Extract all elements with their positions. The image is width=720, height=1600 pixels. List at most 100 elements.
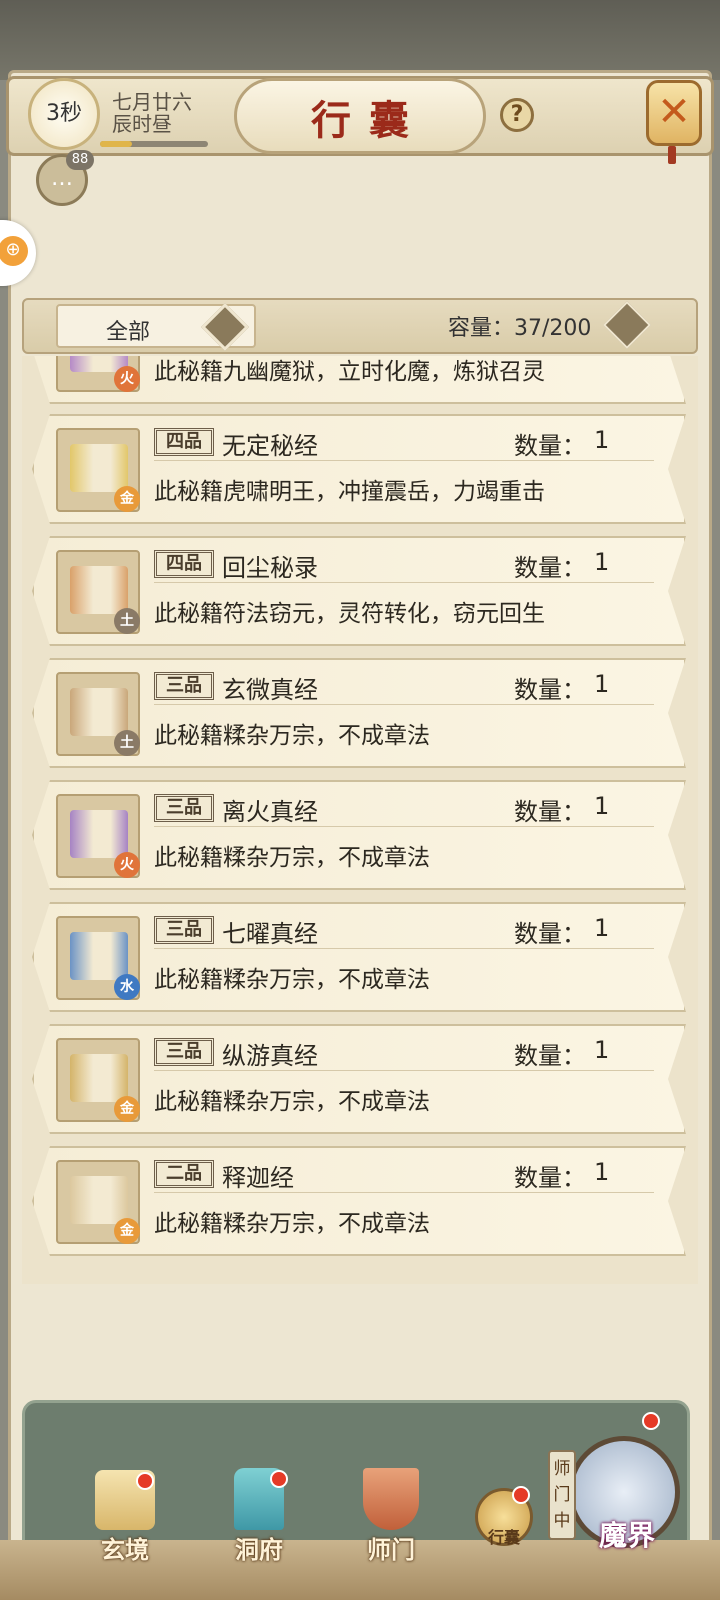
close-icon: ✕ [657,89,691,135]
item-icon: 火 [56,356,140,392]
quantity-value: 1 [594,670,610,698]
item-description: 此秘籍九幽魔狱，立时化魔，炼狱召灵 [154,359,545,385]
list-item[interactable]: 金 四品 无定秘经 数量： 1 此秘籍虎啸明王，冲撞震岳，力竭重击 [32,414,686,524]
grade-tag: 三品 [154,916,214,944]
top-backdrop [0,0,720,80]
list-item[interactable]: 水 三品 七曜真经 数量： 1 此秘籍糅杂万宗，不成章法 [32,902,686,1012]
nav-xingnang-label: 行囊 [487,1528,520,1547]
divider [154,948,654,949]
item-description: 此秘籍虎啸明王，冲撞震岳，力竭重击 [154,479,545,505]
divider [154,460,654,461]
tassel-decoration [668,146,676,164]
grade-tag: 三品 [154,672,214,700]
scroll-icon [70,932,128,980]
notification-dot [512,1486,530,1504]
grade-tag: 三品 [154,1038,214,1066]
nav-mojie[interactable]: 魔界 [572,1514,682,1554]
divider [154,582,654,583]
item-description: 此秘籍糅杂万宗，不成章法 [154,1089,430,1115]
dropdown-icon [200,302,250,352]
banner-icon [363,1468,419,1530]
quantity-label: 数量： [514,920,586,948]
help-button[interactable]: ? [500,98,534,132]
close-button[interactable]: ✕ [646,80,702,146]
list-item[interactable]: 土 三品 玄微真经 数量： 1 此秘籍糅杂万宗，不成章法 [32,658,686,768]
item-description: 此秘籍糅杂万宗，不成章法 [154,723,430,749]
expand-capacity-icon[interactable] [602,300,652,350]
quantity-label: 数量： [514,676,586,704]
nav-xuanjing[interactable]: 玄境 [80,1470,170,1565]
element-badge: 火 [114,366,140,392]
list-item[interactable]: 土 四品 回尘秘录 数量： 1 此秘籍符法窃元，灵符转化，窃元回生 [32,536,686,646]
quantity-value: 1 [594,914,610,942]
nav-shimen[interactable]: 师门 [346,1468,436,1565]
list-item[interactable]: 火 三品 离火真经 数量： 1 此秘籍糅杂万宗，不成章法 [32,780,686,890]
quantity-label: 数量： [514,554,586,582]
element-badge: 金 [114,486,140,512]
grade-tag: 二品 [154,1160,214,1188]
nav-dongfu[interactable]: 洞府 [214,1468,304,1565]
divider [154,1192,654,1193]
item-description: 此秘籍糅杂万宗，不成章法 [154,1211,430,1237]
item-name: 离火真经 [222,798,318,826]
scroll-icon [70,1176,128,1224]
item-icon: 火 [56,794,140,878]
item-icon: 水 [56,916,140,1000]
time-progress-fill [100,141,133,147]
divider [154,1070,654,1071]
nav-mojie-label: 魔界 [598,1519,655,1552]
scroll-icon [70,688,128,736]
quantity-value: 1 [594,548,610,576]
quantity-value: 1 [594,1036,610,1064]
element-badge: 火 [114,852,140,878]
title-plaque: 行囊 [234,70,486,162]
scroll-icon [70,444,128,492]
gamepad-icon: ⊕ [0,236,28,266]
element-badge: 金 [114,1218,140,1244]
divider [154,826,654,827]
notification-dot [136,1472,154,1490]
item-icon: 金 [56,428,140,512]
quantity-value: 1 [594,1158,610,1186]
list-item[interactable]: 金 三品 纵游真经 数量： 1 此秘籍糅杂万宗，不成章法 [32,1024,686,1134]
nav-xuanjing-label: 玄境 [101,1535,149,1564]
chat-icon: … [51,166,73,191]
grade-tag: 四品 [154,550,214,578]
notification-dot [270,1470,288,1488]
list-item[interactable]: 火 此秘籍九幽魔狱，立时化魔，炼狱召灵 [32,356,686,404]
divider [154,704,654,705]
notification-dot [642,1412,660,1430]
nav-dongfu-label: 洞府 [235,1535,283,1564]
grade-tag: 四品 [154,428,214,456]
scroll-icon [70,566,128,614]
quantity-label: 数量： [514,798,586,826]
item-icon: 土 [56,672,140,756]
bottom-nav: 玄境 洞府 师门 行囊 师门中 魔界 [0,1390,720,1600]
list-item[interactable]: 金 二品 释迦经 数量： 1 此秘籍糅杂万宗，不成章法 [32,1146,686,1256]
item-description: 此秘籍符法窃元，灵符转化，窃元回生 [154,601,545,627]
item-name: 无定秘经 [222,432,318,460]
chat-count-badge: 88 [66,150,94,170]
scroll-icon [70,810,128,858]
timer-badge[interactable]: 3秒 [28,78,100,150]
item-description: 此秘籍糅杂万宗，不成章法 [154,967,430,993]
page-title: 行囊 [311,97,427,144]
category-filter-label: 全部 [106,320,151,345]
item-icon: 土 [56,550,140,634]
header: 行囊 ? ✕ [0,70,720,164]
item-name: 释迦经 [222,1164,294,1192]
scroll-icon [70,1054,128,1102]
item-list[interactable]: 火 此秘籍九幽魔狱，立时化魔，炼狱召灵 金 四品 无定秘经 数量： 1 此秘籍虎… [22,356,698,1284]
quantity-label: 数量： [514,1164,586,1192]
filter-bar: 全部 容量：37/200 [22,298,698,354]
capacity-label: 容量：37/200 [448,316,592,341]
category-filter-select[interactable]: 全部 [56,302,256,352]
element-badge: 土 [114,730,140,756]
grade-tag: 三品 [154,794,214,822]
item-name: 回尘秘录 [222,554,318,582]
item-name: 玄微真经 [222,676,318,704]
item-name: 纵游真经 [222,1042,318,1070]
element-badge: 水 [114,974,140,1000]
time-progress-bar [100,141,208,147]
item-icon: 金 [56,1038,140,1122]
